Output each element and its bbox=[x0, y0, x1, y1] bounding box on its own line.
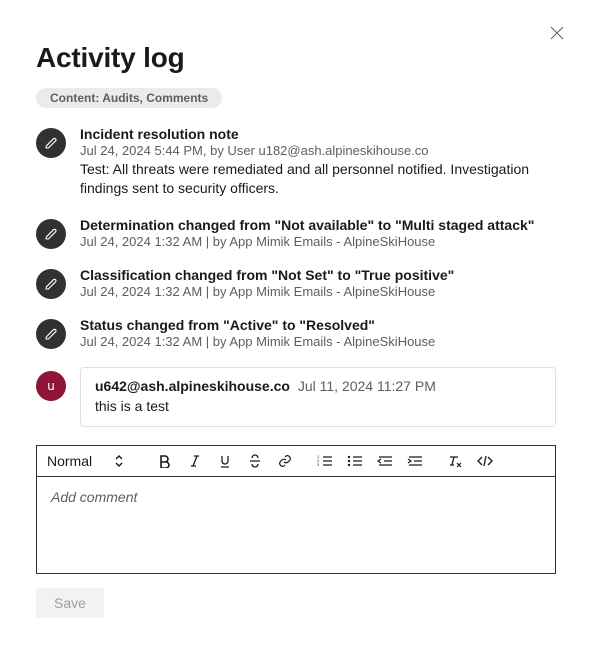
user-avatar: u bbox=[36, 371, 66, 401]
italic-icon bbox=[188, 454, 202, 468]
outdent-icon bbox=[377, 454, 393, 468]
strike-button[interactable] bbox=[246, 452, 264, 470]
comment-time: Jul 11, 2024 11:27 PM bbox=[298, 378, 436, 394]
style-picker[interactable]: Normal bbox=[47, 453, 134, 469]
indent-icon bbox=[407, 454, 423, 468]
code-icon bbox=[477, 454, 493, 468]
content-filter-pill[interactable]: Content: Audits, Comments bbox=[36, 88, 222, 108]
save-button[interactable]: Save bbox=[36, 588, 104, 618]
edit-icon-badge bbox=[36, 128, 66, 158]
entry-title: Determination changed from "Not availabl… bbox=[80, 217, 556, 233]
link-button[interactable] bbox=[276, 452, 294, 470]
outdent-button[interactable] bbox=[376, 452, 394, 470]
editor-toolbar: Normal 123 bbox=[37, 446, 555, 477]
underline-button[interactable] bbox=[216, 452, 234, 470]
entry-text: Test: All threats were remediated and al… bbox=[80, 160, 556, 199]
bold-icon bbox=[158, 454, 172, 468]
bold-button[interactable] bbox=[156, 452, 174, 470]
link-icon bbox=[278, 454, 292, 468]
entry-meta: Jul 24, 2024 1:32 AM | by App Mimik Emai… bbox=[80, 334, 556, 349]
audit-entry: Classification changed from "Not Set" to… bbox=[36, 267, 556, 299]
entry-title: Incident resolution note bbox=[80, 126, 556, 142]
edit-icon-badge bbox=[36, 269, 66, 299]
updown-icon bbox=[114, 454, 124, 468]
pencil-icon bbox=[44, 277, 58, 291]
comment-entry: u u642@ash.alpineskihouse.co Jul 11, 202… bbox=[36, 367, 556, 427]
comment-editor: Normal 123 bbox=[36, 445, 556, 574]
bullet-list-button[interactable] bbox=[346, 452, 364, 470]
comment-card: u642@ash.alpineskihouse.co Jul 11, 2024 … bbox=[80, 367, 556, 427]
entry-title: Classification changed from "Not Set" to… bbox=[80, 267, 556, 283]
entry-meta: Jul 24, 2024 1:32 AM | by App Mimik Emai… bbox=[80, 284, 556, 299]
italic-button[interactable] bbox=[186, 452, 204, 470]
ordered-list-button[interactable]: 123 bbox=[316, 452, 334, 470]
underline-icon bbox=[218, 454, 232, 468]
comment-author: u642@ash.alpineskihouse.co bbox=[95, 378, 290, 394]
entry-title: Status changed from "Active" to "Resolve… bbox=[80, 317, 556, 333]
ordered-list-icon: 123 bbox=[317, 454, 333, 468]
entry-meta: Jul 24, 2024 5:44 PM, by User u182@ash.a… bbox=[80, 143, 556, 158]
svg-text:3: 3 bbox=[317, 462, 320, 467]
entry-meta: Jul 24, 2024 1:32 AM | by App Mimik Emai… bbox=[80, 234, 556, 249]
indent-button[interactable] bbox=[406, 452, 424, 470]
pencil-icon bbox=[44, 136, 58, 150]
editor-placeholder: Add comment bbox=[51, 489, 137, 505]
audit-entry: Determination changed from "Not availabl… bbox=[36, 217, 556, 249]
edit-icon-badge bbox=[36, 319, 66, 349]
clear-format-button[interactable] bbox=[446, 452, 464, 470]
clear-format-icon bbox=[447, 454, 463, 468]
code-button[interactable] bbox=[476, 452, 494, 470]
close-icon bbox=[550, 26, 564, 40]
close-button[interactable] bbox=[546, 22, 568, 44]
pencil-icon bbox=[44, 227, 58, 241]
audit-entry: Status changed from "Active" to "Resolve… bbox=[36, 317, 556, 349]
pencil-icon bbox=[44, 327, 58, 341]
edit-icon-badge bbox=[36, 219, 66, 249]
page-title: Activity log bbox=[36, 42, 556, 74]
strike-icon bbox=[248, 454, 262, 468]
style-picker-label: Normal bbox=[47, 453, 92, 469]
bullet-list-icon bbox=[347, 454, 363, 468]
activity-log-panel: Activity log Content: Audits, Comments I… bbox=[0, 0, 592, 642]
comment-body: this is a test bbox=[95, 398, 541, 414]
editor-textarea[interactable]: Add comment bbox=[37, 477, 555, 573]
audit-entry: Incident resolution note Jul 24, 2024 5:… bbox=[36, 126, 556, 199]
